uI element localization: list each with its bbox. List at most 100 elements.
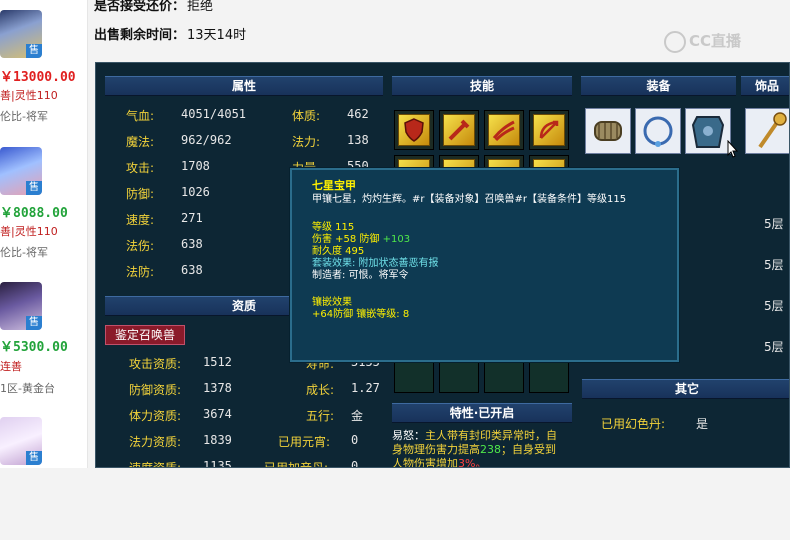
avatar[interactable]: 售 [0, 147, 42, 195]
sword-skill-icon [443, 114, 475, 146]
server-name: 伦比-将军 [0, 246, 48, 259]
defense-aptitude-value: 1378 [203, 381, 232, 395]
constitution-value: 462 [347, 107, 369, 121]
trait-name: 易怒： [392, 429, 425, 442]
growth-label: 成长: [306, 383, 335, 397]
magic-damage-label: 法伤: [126, 239, 155, 253]
skill-slot[interactable] [439, 110, 479, 150]
trait-text: 身物理伤害力提高 [392, 443, 480, 456]
skill-slot[interactable] [529, 110, 569, 150]
trait-description: 易怒：主人带有封印类异常时，自 身物理伤害力提高238；自身受到 人物伤害增加3… [392, 429, 582, 468]
floor-label: 5层 [764, 217, 784, 231]
bargain-label: 是否接受还价： [94, 0, 186, 14]
sell-badge: 售 [26, 44, 42, 58]
armor-icon [691, 116, 725, 148]
karma-spirit: 善|灵性110 [0, 89, 58, 102]
tooltip-maker: 制造者: 可恨。将军令 [312, 270, 409, 281]
attr-title: 属性 [105, 76, 383, 96]
mana-value: 138 [347, 133, 369, 147]
floor-label: 5层 [764, 258, 784, 272]
trait-text: 主人带有封印类异常时，自 [425, 429, 557, 442]
scepter-icon [758, 112, 787, 149]
dye-used-value: 是 [696, 417, 709, 431]
tooltip-durability: 耐久度 495 [312, 246, 365, 257]
equip-slot-collar[interactable] [635, 108, 681, 154]
list-item[interactable]: 售 ￥5300.00 连善 1区-黄金台 [0, 270, 88, 405]
watermark-text: CC直播 [689, 32, 742, 50]
price: ￥13000.00 [0, 70, 76, 85]
sell-badge: 售 [26, 451, 42, 465]
trait-percent: 3%。 [458, 457, 487, 468]
mana-label: 法力: [292, 135, 321, 149]
server-name: 1区-黄金台 [0, 382, 55, 395]
item-tooltip: 七星宝甲 甲镶七星，灼灼生辉。#r【装备对象】召唤兽#r【装备条件】等级115 … [290, 168, 679, 362]
bargain-row: 是否接受还价： 拒绝 [94, 0, 213, 14]
tooltip-defense-bonus: +103 [382, 234, 411, 245]
magic-defense-label: 法防: [126, 265, 155, 279]
shield-skill-icon [398, 114, 430, 146]
avatar[interactable]: 售 [0, 417, 42, 465]
slash-skill-icon [488, 114, 520, 146]
dye-used-label: 已用幻色丹: [601, 417, 666, 431]
tooltip-inlay-title: 镶嵌效果 [312, 297, 352, 308]
tooltip-damage-defense: 伤害 +58 防御 +103 [312, 234, 677, 246]
yuanxiao-used-value: 0 [351, 433, 359, 447]
jiayindan-used-value: 0 [351, 459, 359, 468]
attack-value: 1708 [181, 159, 210, 173]
defense-label: 防御: [126, 187, 155, 201]
price: ￥5300.00 [0, 340, 68, 355]
hp-value: 4051/4051 [181, 107, 247, 121]
accessory-title: 饰品 [741, 76, 789, 96]
trait-number: 238 [480, 443, 501, 456]
defense-value: 1026 [181, 185, 210, 199]
sell-badge: 售 [26, 181, 42, 195]
bow-skill-icon [533, 114, 565, 146]
growth-value: 1.27 [351, 381, 380, 395]
remaining-row: 出售剩余时间： 13天14时 [94, 24, 246, 43]
hp-label: 气血: [126, 109, 155, 123]
equip-slot-bracer[interactable] [585, 108, 631, 154]
karma-spirit: 善|灵性110 [0, 225, 58, 238]
sell-badge: 售 [26, 316, 42, 330]
cc-logo-icon [664, 30, 686, 53]
attack-label: 攻击: [126, 161, 155, 175]
price: ￥8088.00 [0, 206, 68, 221]
element-value: 金 [351, 409, 364, 423]
mana-aptitude-value: 1839 [203, 433, 232, 447]
list-item[interactable]: 售 ￥8088.00 善|灵性110 伦比-将军 [0, 135, 88, 270]
skills-title: 技能 [392, 76, 572, 96]
mp-label: 魔法: [126, 135, 155, 149]
tooltip-set-effect: 套装效果: 附加状态善恶有报 [312, 258, 439, 269]
speed-value: 271 [181, 211, 203, 225]
watermark: CC直播 [664, 30, 741, 53]
equip-title: 装备 [581, 76, 736, 96]
tooltip-level: 等级 115 [312, 222, 355, 233]
attack-aptitude-value: 1512 [203, 355, 232, 369]
skill-slot[interactable] [484, 110, 524, 150]
remaining-value: 13天14时 [187, 28, 247, 43]
server-name: 伦比-将军 [0, 110, 48, 123]
avatar[interactable]: 售 [0, 10, 42, 58]
trait-text: ；自身受到 [501, 443, 556, 456]
tooltip-inlay-detail: +64防御 镶嵌等级: 8 [312, 309, 410, 320]
constitution-label: 体质: [292, 109, 321, 123]
trait-title: 特性·已开启 [392, 403, 572, 423]
magic-defense-value: 638 [181, 263, 203, 277]
collar-icon [643, 116, 673, 147]
identify-summon-button[interactable]: 鉴定召唤兽 [105, 325, 185, 345]
floor-label: 5层 [764, 340, 784, 354]
speed-label: 速度: [126, 213, 155, 227]
mp-value: 962/962 [181, 133, 232, 147]
stamina-aptitude-label: 体力资质: [129, 409, 182, 423]
equip-slot-armor[interactable] [685, 108, 731, 154]
list-item[interactable]: 售 [0, 405, 88, 540]
skill-slot[interactable] [394, 110, 434, 150]
speed-aptitude-label: 速度资质: [129, 461, 182, 468]
list-item[interactable]: 售 ￥13000.00 善|灵性110 伦比-将军 [0, 0, 88, 135]
speed-aptitude-value: 1135 [203, 459, 232, 468]
stamina-aptitude-value: 3674 [203, 407, 232, 421]
remaining-label: 出售剩余时间： [94, 28, 186, 43]
accessory-slot[interactable] [745, 108, 789, 154]
mouse-cursor-icon [727, 140, 739, 158]
avatar[interactable]: 售 [0, 282, 42, 330]
